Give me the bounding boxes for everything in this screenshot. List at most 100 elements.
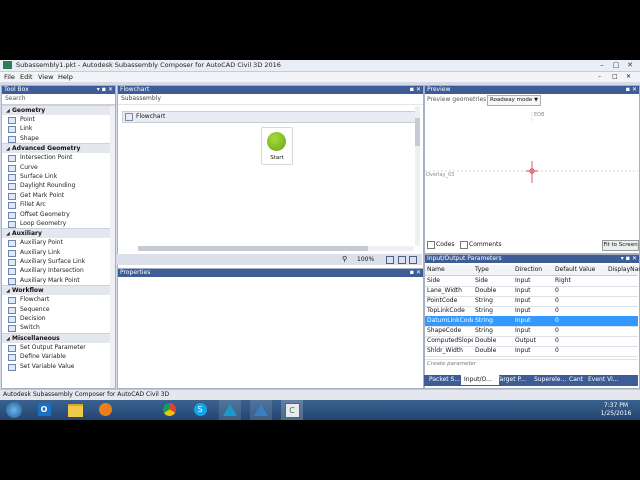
table-cell-type[interactable]: Double [475,346,513,356]
toolbox-item-flowchart[interactable]: Flowchart [2,295,115,305]
table-cell-name[interactable]: DatumLinkCode [427,316,473,326]
zoom-level[interactable]: 100% [357,256,374,263]
toolbox-category-advanced-geometry[interactable]: ◢ Advanced Geometry [2,143,115,154]
minimize-icon[interactable]: – [597,60,607,70]
magnifier-icon[interactable]: ⚲ [342,255,347,263]
toolbox-item-auxiliary-intersection[interactable]: Auxiliary Intersection [2,266,115,276]
skype-icon[interactable]: S [189,400,211,420]
panel-close-icon[interactable]: ◾ ✕ [410,86,421,94]
toolbox-item-offset-geometry[interactable]: Offset Geometry [2,210,115,219]
toolbox-item-auxiliary-point[interactable]: Auxiliary Point [2,238,115,248]
table-row[interactable]: Shldr_Width Double Input 0 [425,346,638,357]
menu-minimize-icon[interactable]: – [598,73,601,80]
toolbox-item-loop-geometry[interactable]: Loop Geometry [2,219,115,228]
file-explorer-icon[interactable] [64,400,86,420]
table-cell-direction[interactable]: Input [515,296,553,306]
table-cell-default-value[interactable]: Right [555,276,606,286]
toolbox-item-set-variable-value[interactable]: Set Variable Value [2,362,115,371]
toolbox-category-geometry[interactable]: ◢ Geometry [2,105,115,115]
params-pin-icon[interactable]: ▾ ◾ ✕ [621,255,637,263]
comments-checkbox[interactable] [460,241,468,249]
properties-close-icon[interactable]: ◾ ✕ [410,269,421,277]
table-cell-type[interactable]: Double [475,336,513,346]
close-icon[interactable]: ✕ [625,60,635,70]
table-cell-direction[interactable]: Input [515,286,553,296]
table-cell-type[interactable]: String [475,306,513,316]
flowchart-vscroll-thumb[interactable] [415,118,420,146]
table-cell-type[interactable]: String [475,326,513,336]
toolbox-item-intersection-point[interactable]: Intersection Point [2,153,115,163]
table-cell-name[interactable]: ShapeCode [427,326,473,336]
preview-mode-select[interactable]: Roadway mode ▼ [487,95,541,106]
toolbox-category-auxiliary[interactable]: ◢ Auxiliary [2,228,115,239]
toolbox-item-daylight-rounding[interactable]: Daylight Rounding [2,181,115,191]
autocad-icon[interactable] [250,400,272,420]
column-header-type[interactable]: Type [475,265,489,275]
menu-file[interactable]: File [4,73,15,81]
toolbox-category-workflow[interactable]: ◢ Workflow [2,285,115,296]
table-cell-name[interactable]: Side [427,276,473,286]
table-cell-direction[interactable]: Input [515,326,553,336]
outlook-icon[interactable]: O [33,400,55,420]
fit-to-screen-button[interactable]: Fit to Screen [602,240,639,251]
chrome-icon[interactable] [158,400,180,420]
flowchart-hscroll-thumb[interactable] [138,246,368,251]
column-header-name[interactable]: Name [427,265,445,275]
toolbox-item-surface-link[interactable]: Surface Link [2,172,115,181]
toolbox-item-switch[interactable]: Switch [2,323,115,333]
table-cell-name[interactable]: PointCode [427,296,473,306]
table-cell-direction[interactable]: Output [515,336,553,346]
overview-icon[interactable] [398,256,406,264]
toolbox-search[interactable]: Search [2,94,115,105]
toolbox-item-point[interactable]: Point [2,115,115,124]
autocad-civil-icon[interactable] [219,400,241,420]
tab-event-vi[interactable]: Event Vi... [585,375,623,385]
flowchart-hscroll[interactable] [138,246,414,251]
table-cell-default-value[interactable]: 0 [555,286,606,296]
toolbox-item-get-mark-point[interactable]: Get Mark Point [2,191,115,200]
preview-close-icon[interactable]: ◾ ✕ [626,86,637,94]
table-cell-direction[interactable]: Input [515,276,553,286]
codes-checkbox[interactable] [427,241,435,249]
menu-restore-icon[interactable]: □ [612,73,618,80]
table-cell-name[interactable]: TopLinkCode [427,306,473,316]
toolbox-item-curve[interactable]: Curve [2,163,115,172]
table-cell-direction[interactable]: Input [515,316,553,326]
toolbox-item-sequence[interactable]: Sequence [2,305,115,314]
toolbox-item-auxiliary-mark-point[interactable]: Auxiliary Mark Point [2,276,115,285]
table-cell-type[interactable]: Side [475,276,513,286]
toolbox-item-decision[interactable]: Decision [2,314,115,324]
maximize-icon[interactable]: □ [611,60,621,70]
table-cell-name[interactable]: Shldr_Width [427,346,473,356]
flowchart-vscroll[interactable] [415,106,420,246]
toolbox-item-set-output-parameter[interactable]: Set Output Parameter [2,343,115,352]
table-cell-default-value[interactable]: 0 [555,346,606,356]
column-header-default-value[interactable]: Default Value [555,265,595,275]
table-cell-default-value[interactable]: 0 [555,306,606,316]
menu-view[interactable]: View [38,73,53,81]
expand-icon[interactable] [409,256,417,264]
start-node[interactable]: Start [261,127,293,165]
table-cell-type[interactable]: String [475,316,513,326]
subassembly-composer-icon[interactable]: C [281,400,303,420]
menu-close-icon[interactable]: ✕ [626,73,631,80]
panel-pin-icon[interactable]: ▾ ◾ ✕ [97,86,113,94]
breadcrumb[interactable]: Subassembly [118,94,423,105]
tab-superele[interactable]: Superele... [531,375,571,385]
tab-target-p[interactable]: Target P... [494,375,536,385]
column-header-displayname[interactable]: DisplayName [608,265,640,275]
toolbox-item-define-variable[interactable]: Define Variable [2,352,115,362]
toolbox-search-input[interactable]: Search [5,95,26,102]
table-cell-default-value[interactable]: 0 [555,296,606,306]
table-cell-name[interactable]: Lane_Width [427,286,473,296]
toolbox-item-shape[interactable]: Shape [2,134,115,143]
toolbox-scrollbar[interactable] [110,106,115,388]
toolbox-item-auxiliary-link[interactable]: Auxiliary Link [2,248,115,257]
chevron-down-icon[interactable]: ▼ [534,96,538,105]
table-cell-name[interactable]: ComputedSlope [427,336,473,346]
table-cell-direction[interactable]: Input [515,306,553,316]
preview-canvas[interactable]: EOB Overlay_03 [425,108,638,238]
media-player-icon[interactable] [94,400,116,420]
create-parameter-row[interactable]: Create parameter [425,359,638,369]
table-cell-default-value[interactable]: 0 [555,336,606,346]
